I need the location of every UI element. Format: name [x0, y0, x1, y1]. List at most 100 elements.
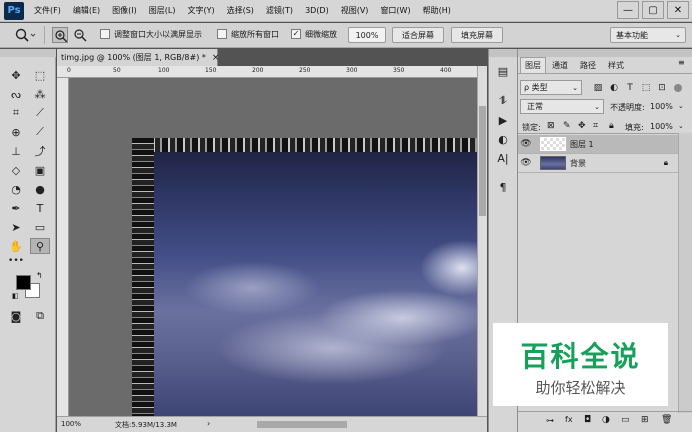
resize-window-checkbox[interactable]	[100, 29, 110, 39]
panel-menu-icon[interactable]: ≡	[678, 58, 685, 67]
fill-value[interactable]: 100%	[650, 122, 673, 131]
marquee-tool-icon[interactable]: ⬚	[30, 67, 50, 83]
visibility-eye-icon[interactable]: 👁︎	[518, 139, 534, 149]
lock-pixels-icon[interactable]: ✎	[563, 121, 571, 131]
zoom-value-field[interactable]: 100%	[348, 27, 386, 43]
menu-type[interactable]: 文字(Y)	[181, 5, 220, 16]
menu-edit[interactable]: 编辑(E)	[67, 5, 106, 16]
path-selection-icon[interactable]: ➤	[6, 219, 26, 235]
healing-brush-icon[interactable]: ⊕	[6, 124, 26, 140]
zoom-out-icon[interactable]	[72, 27, 88, 43]
adjustment-layer-icon[interactable]: ◑	[602, 415, 610, 425]
horizontal-ruler[interactable]: 0 50 100 150 200 250 300 350 400	[57, 66, 477, 78]
filter-toggle-icon[interactable]	[674, 84, 682, 92]
chevron-down-icon[interactable]: ⌄	[678, 122, 684, 130]
zoom-tool-icon[interactable]	[14, 28, 36, 42]
zoom-tool-active-icon[interactable]: ⚲	[30, 238, 50, 254]
lock-artboard-icon[interactable]: ⌗	[593, 121, 598, 131]
layer-filter-select[interactable]: ρ 类型 ⌄	[520, 80, 582, 95]
quick-mask-icon[interactable]: ◙	[6, 308, 26, 324]
chevron-down-icon[interactable]: ⌄	[678, 102, 684, 110]
layer-name[interactable]: 背景	[570, 158, 586, 169]
fill-screen-button[interactable]: 填充屏幕	[451, 27, 503, 43]
menu-image[interactable]: 图像(I)	[106, 5, 143, 16]
swap-colors-icon[interactable]: ↰	[36, 271, 43, 280]
menu-filter[interactable]: 滤镜(T)	[260, 5, 299, 16]
zoom-all-windows-checkbox[interactable]	[217, 29, 227, 39]
crop-tool-icon[interactable]: ⌗	[6, 105, 26, 121]
tab-styles[interactable]: 样式	[604, 57, 628, 73]
menu-file[interactable]: 文件(F)	[28, 5, 67, 16]
paragraph-panel-icon[interactable]: ¶	[493, 179, 513, 195]
actions-play-icon[interactable]: ▶	[493, 112, 513, 128]
new-layer-icon[interactable]: ⊞	[641, 415, 649, 425]
eyedropper-icon[interactable]: ⟋	[30, 105, 50, 121]
zoom-in-icon[interactable]	[52, 27, 68, 43]
canvas-area[interactable]	[69, 78, 477, 416]
blur-tool-icon[interactable]: ◔	[6, 181, 26, 197]
brush-tool-icon[interactable]: ⟋	[30, 124, 50, 140]
visibility-eye-icon[interactable]: 👁︎	[518, 158, 534, 168]
history-panel-icon[interactable]: ▤	[493, 63, 513, 79]
new-group-icon[interactable]: ▭	[621, 415, 630, 425]
close-tab-icon[interactable]: ×	[212, 53, 220, 63]
layers-scrollbar[interactable]	[678, 133, 692, 413]
foreground-color-swatch[interactable]	[16, 275, 31, 290]
gradient-tool-icon[interactable]: ▣	[30, 162, 50, 178]
chevron-down-icon: ⌄	[572, 83, 578, 92]
menu-layer[interactable]: 图层(L)	[143, 5, 182, 16]
lock-transparency-icon[interactable]: ⊠	[547, 121, 555, 131]
lock-all-icon[interactable]: 🔒︎	[609, 121, 614, 131]
filter-smart-object-icon[interactable]: ⊡	[652, 80, 672, 96]
shape-tool-icon[interactable]: ▭	[30, 219, 50, 235]
fit-screen-button[interactable]: 适合屏幕	[392, 27, 444, 43]
type-tool-icon[interactable]: T	[30, 200, 50, 216]
pen-tool-icon[interactable]: ✒	[6, 200, 26, 216]
close-button[interactable]: ✕	[667, 1, 689, 19]
layer-name[interactable]: 图层 1	[570, 139, 594, 150]
eraser-tool-icon[interactable]: ◇	[6, 162, 26, 178]
scrubby-zoom-checkbox[interactable]: ✓	[291, 29, 301, 39]
vertical-scroll-thumb[interactable]	[479, 106, 486, 216]
tab-paths[interactable]: 路径	[576, 57, 600, 73]
more-tools-icon[interactable]: •••	[6, 253, 26, 269]
brush-preset-icon[interactable]: ⥮	[493, 93, 513, 109]
opacity-value[interactable]: 100%	[650, 102, 673, 111]
status-arrow-icon[interactable]: ›	[207, 419, 210, 428]
menu-help[interactable]: 帮助(H)	[417, 5, 457, 16]
document-tab[interactable]: timg.jpg @ 100% (图层 1, RGB/8#) * ×	[57, 49, 220, 66]
menu-window[interactable]: 窗口(W)	[374, 5, 416, 16]
default-colors-icon[interactable]: ◧	[12, 292, 19, 300]
maximize-button[interactable]: ▢	[642, 1, 664, 19]
minimize-button[interactable]: —	[617, 1, 639, 19]
history-brush-icon[interactable]: ⤴	[30, 143, 50, 159]
workspace-select[interactable]: 基本功能 ⌄	[610, 27, 686, 43]
character-panel-icon[interactable]: A|	[493, 150, 513, 166]
horizontal-scroll-thumb[interactable]	[257, 421, 347, 428]
move-tool-icon[interactable]: ✥	[6, 67, 26, 83]
delete-layer-icon[interactable]: 🗑︎	[661, 415, 672, 425]
sky-image-layer[interactable]	[132, 138, 477, 416]
clone-stamp-icon[interactable]: ⊥	[6, 143, 26, 159]
tab-layers[interactable]: 图层	[520, 57, 546, 73]
status-zoom[interactable]: 100%	[61, 420, 81, 428]
adjustments-icon[interactable]: ◐	[493, 131, 513, 147]
magic-wand-icon[interactable]: ⁂	[30, 86, 50, 102]
layer-row[interactable]: 👁︎ 背景 🔒︎	[518, 154, 678, 173]
vertical-scrollbar[interactable]	[477, 66, 487, 416]
tab-channels[interactable]: 通道	[548, 57, 572, 73]
dodge-tool-icon[interactable]: ●	[30, 181, 50, 197]
add-mask-icon[interactable]: ◘	[584, 415, 591, 425]
menu-select[interactable]: 选择(S)	[221, 5, 260, 16]
menu-view[interactable]: 视图(V)	[335, 5, 375, 16]
layer-row-selected[interactable]: 👁︎ 图层 1	[518, 135, 678, 154]
layer-style-icon[interactable]: fx	[565, 415, 573, 424]
screen-mode-icon[interactable]: ⧉	[30, 308, 50, 324]
menu-3d[interactable]: 3D(D)	[299, 6, 335, 15]
blend-mode-select[interactable]: 正常 ⌄	[520, 99, 604, 114]
link-layers-icon[interactable]: ⊶	[546, 416, 554, 425]
hand-tool-icon[interactable]: ✋	[6, 238, 26, 254]
lasso-tool-icon[interactable]: ᔓ	[6, 86, 26, 102]
lock-position-icon[interactable]: ✥	[578, 121, 586, 131]
vertical-ruler[interactable]	[57, 78, 69, 416]
